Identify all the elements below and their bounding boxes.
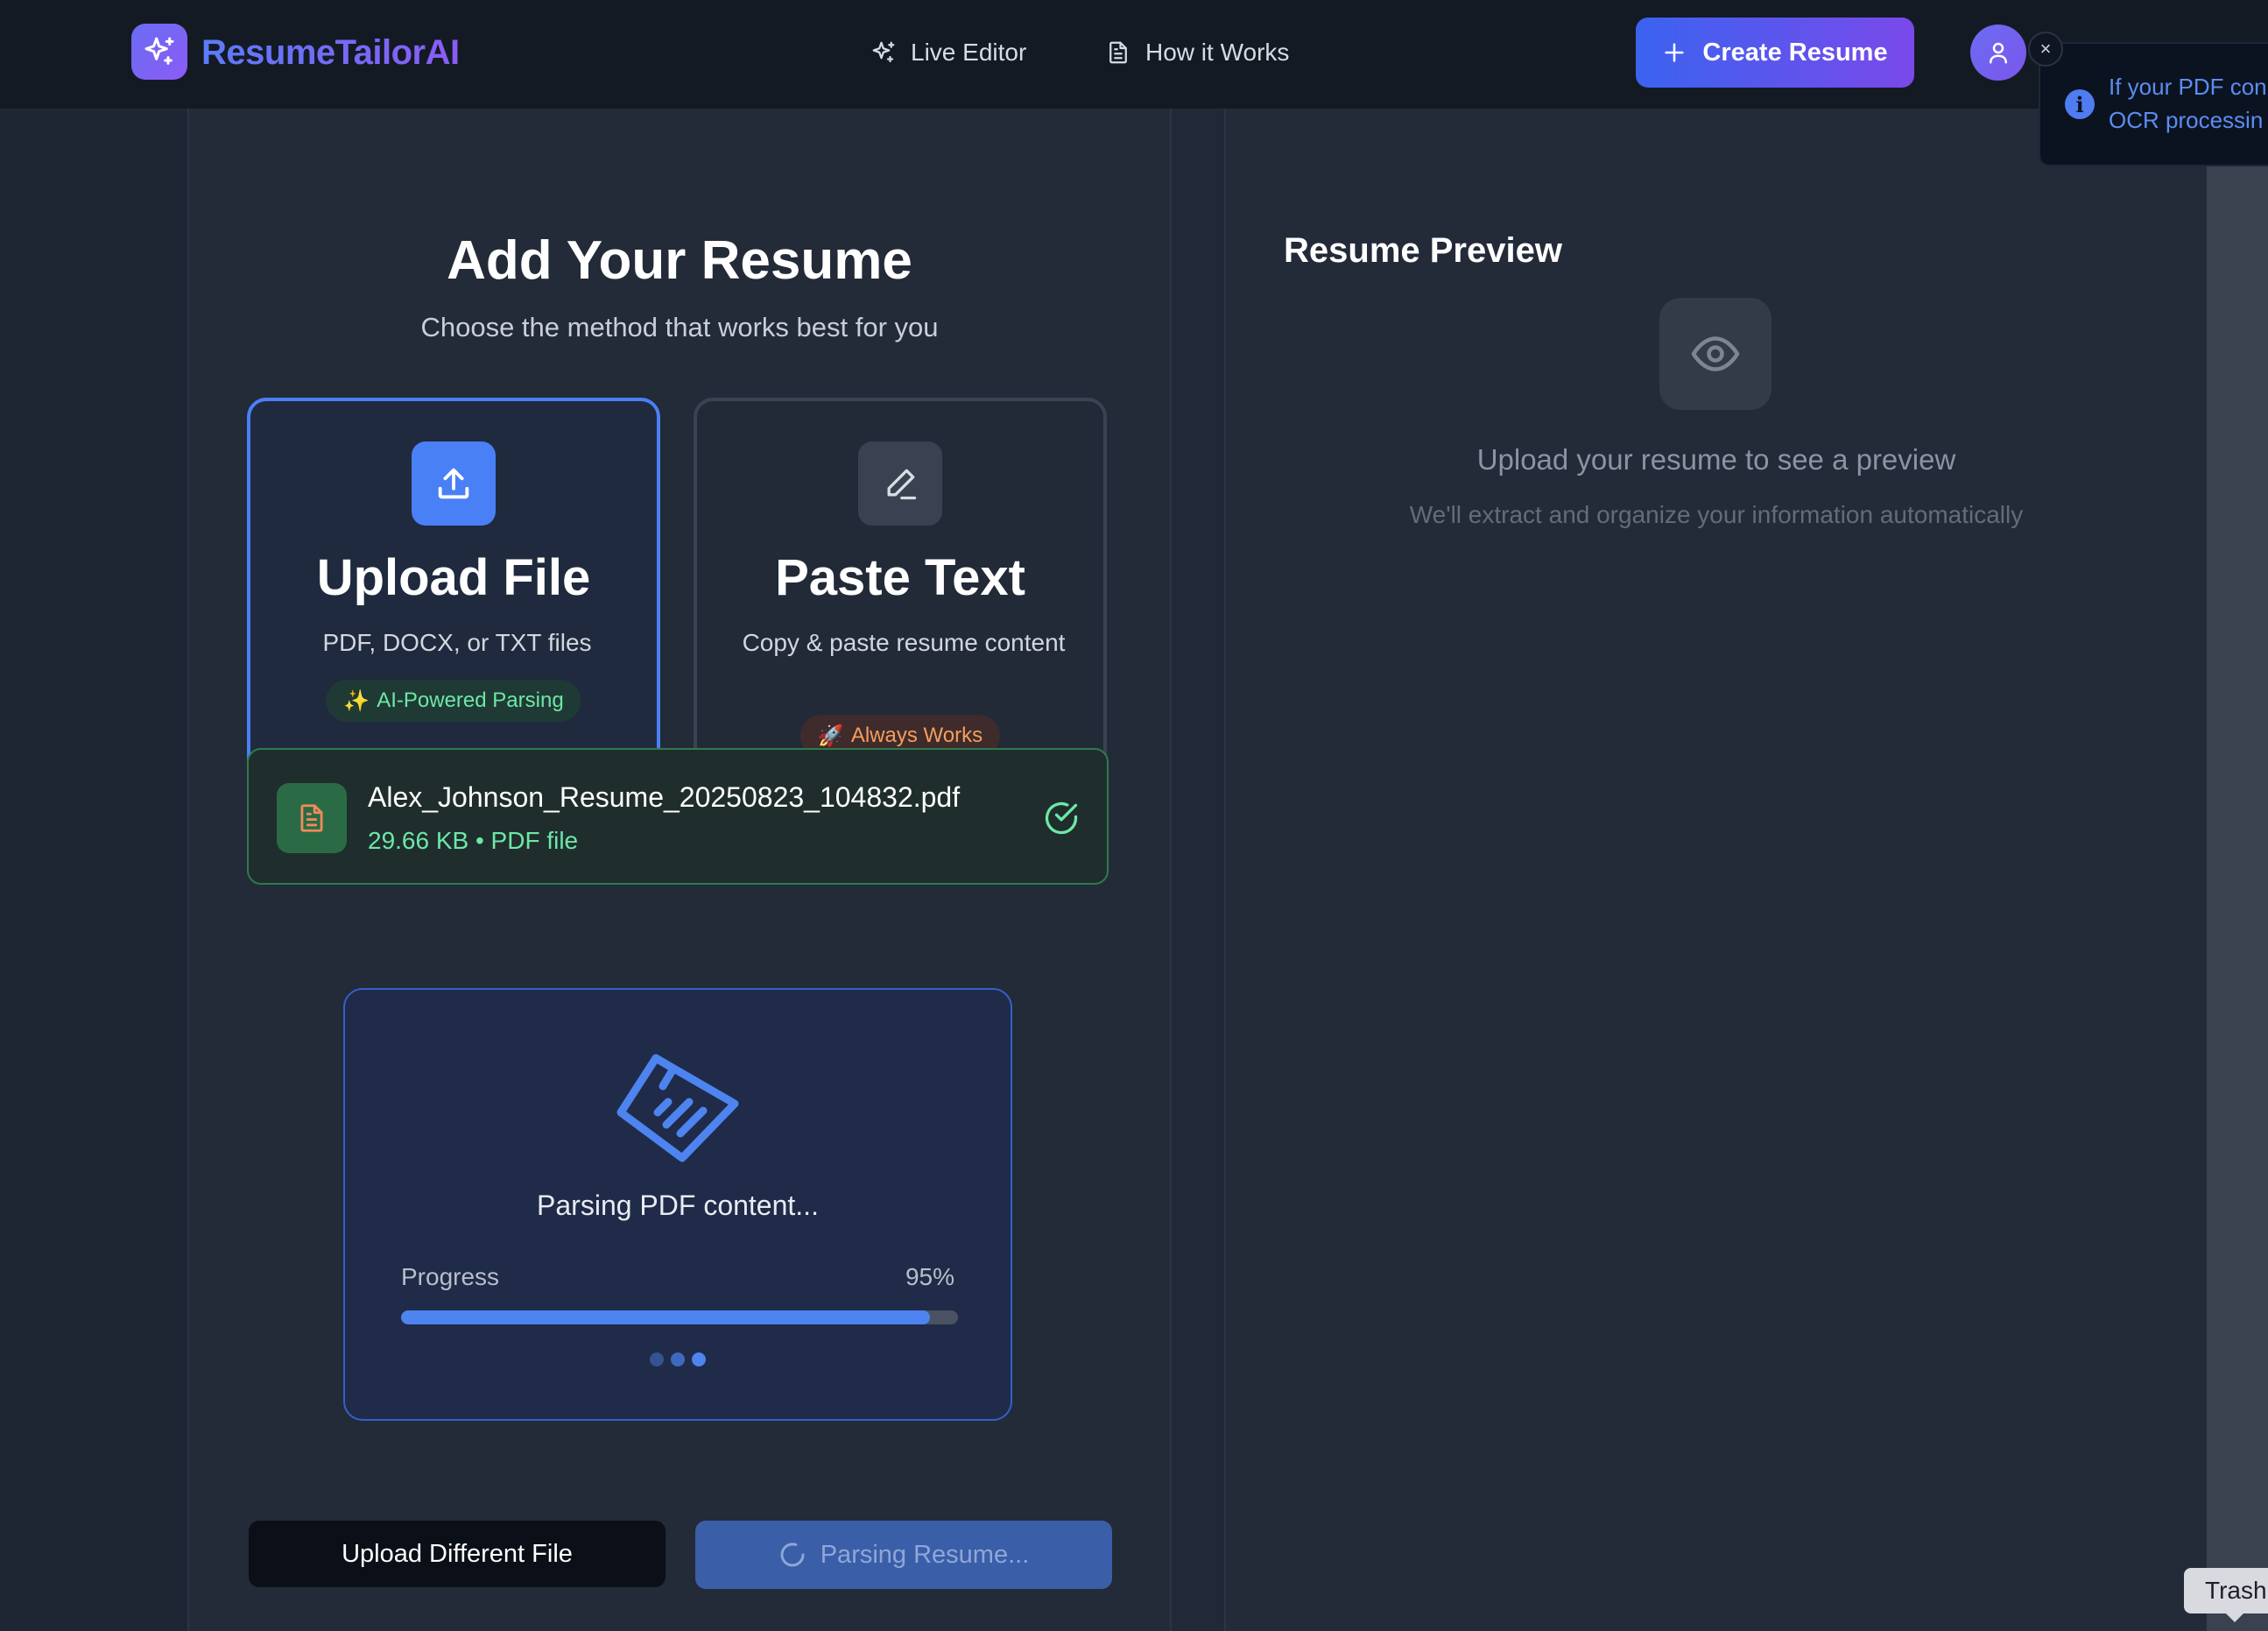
paste-text-option[interactable]: Paste Text Copy & paste resume content 🚀… — [694, 398, 1107, 801]
scrollbar-track[interactable] — [2207, 109, 2268, 1631]
add-resume-panel: Add Your Resume Choose the method that w… — [187, 109, 1172, 1631]
logo-sparkles-icon[interactable] — [131, 24, 187, 80]
nav-how-it-works-label: How it Works — [1145, 39, 1290, 66]
eye-icon — [1659, 298, 1771, 410]
trash-tooltip: Trash — [2184, 1568, 2268, 1622]
progress-bar — [401, 1310, 958, 1324]
upload-icon — [438, 468, 469, 499]
plus-icon — [1665, 43, 1685, 62]
spinner-icon — [780, 1543, 805, 1567]
app-name[interactable]: ResumeTailorAI — [201, 28, 460, 77]
progress-bar-fill — [401, 1310, 931, 1324]
file-meta: 29.66 KB • PDF file — [368, 827, 579, 854]
upload-file-desc: PDF, DOCX, or TXT files — [322, 629, 592, 656]
ai-parsing-badge-label: AI-Powered Parsing — [377, 688, 564, 712]
create-resume-label: Create Resume — [1702, 38, 1888, 67]
document-icon — [1109, 41, 1127, 64]
nav-live-editor[interactable]: Live Editor — [870, 33, 1026, 72]
upload-different-file-button[interactable]: Upload Different File — [249, 1521, 666, 1587]
paste-text-desc: Copy & paste resume content — [742, 629, 1066, 656]
top-navbar: ResumeTailorAI Live Editor How it Works … — [0, 0, 2268, 110]
nav-how-it-works[interactable]: How it Works — [1105, 33, 1289, 72]
info-icon: i — [2065, 89, 2095, 119]
sparkle-emoji-icon: ✨ — [343, 688, 370, 713]
page-subtitle: Choose the method that works best for yo… — [420, 312, 939, 342]
preview-empty-sub: We'll extract and organize your informat… — [1409, 501, 2024, 528]
preview-empty-message: Upload your resume to see a preview — [1476, 443, 1956, 476]
rocket-emoji-icon: 🚀 — [817, 724, 844, 748]
toast-line-2: OCR processin — [2109, 107, 2264, 133]
upload-file-title: Upload File — [316, 549, 591, 606]
parsing-resume-label: Parsing Resume... — [820, 1540, 1030, 1569]
resume-preview-panel: Resume Preview Upload your resume to see… — [1224, 109, 2207, 1631]
parsing-status: Parsing PDF content... — [537, 1190, 819, 1221]
check-circle-icon — [1045, 801, 1078, 835]
resume-preview-title: Resume Preview — [1284, 231, 1562, 270]
user-icon — [1990, 42, 2007, 64]
pencil-icon-box — [858, 441, 942, 526]
nav-live-editor-label: Live Editor — [911, 39, 1027, 66]
info-toast: i If your PDF con OCR processin — [2039, 42, 2268, 166]
toast-close-icon[interactable]: × — [2028, 32, 2063, 67]
user-avatar-button[interactable] — [1970, 25, 2026, 81]
paste-text-title: Paste Text — [775, 549, 1025, 606]
always-works-badge-label: Always Works — [850, 724, 983, 747]
pencil-icon — [887, 469, 917, 500]
sparkles-icon — [872, 41, 895, 63]
file-scan-icon — [616, 1054, 739, 1162]
file-text-icon — [277, 783, 347, 853]
loading-dots — [345, 1352, 1011, 1366]
progress-value: 95% — [905, 1263, 954, 1290]
parsing-resume-button[interactable]: Parsing Resume... — [695, 1521, 1112, 1589]
file-name: Alex_Johnson_Resume_20250823_104832.pdf — [368, 781, 961, 813]
toast-line-1: If your PDF con — [2109, 74, 2267, 100]
create-resume-button[interactable]: Create Resume — [1636, 18, 1914, 88]
parsing-progress-panel: Parsing PDF content... Progress 95% — [343, 988, 1012, 1421]
ai-parsing-badge: ✨ AI-Powered Parsing — [326, 680, 581, 722]
selected-file-card: Alex_Johnson_Resume_20250823_104832.pdf … — [247, 748, 1109, 885]
progress-label: Progress — [401, 1263, 500, 1290]
page-title: Add Your Resume — [447, 230, 912, 291]
upload-file-option[interactable]: Upload File PDF, DOCX, or TXT files ✨ AI… — [247, 398, 660, 801]
loading-dot — [671, 1352, 685, 1366]
loading-dot — [650, 1352, 664, 1366]
upload-icon-box — [412, 441, 496, 526]
loading-dot — [692, 1352, 706, 1366]
